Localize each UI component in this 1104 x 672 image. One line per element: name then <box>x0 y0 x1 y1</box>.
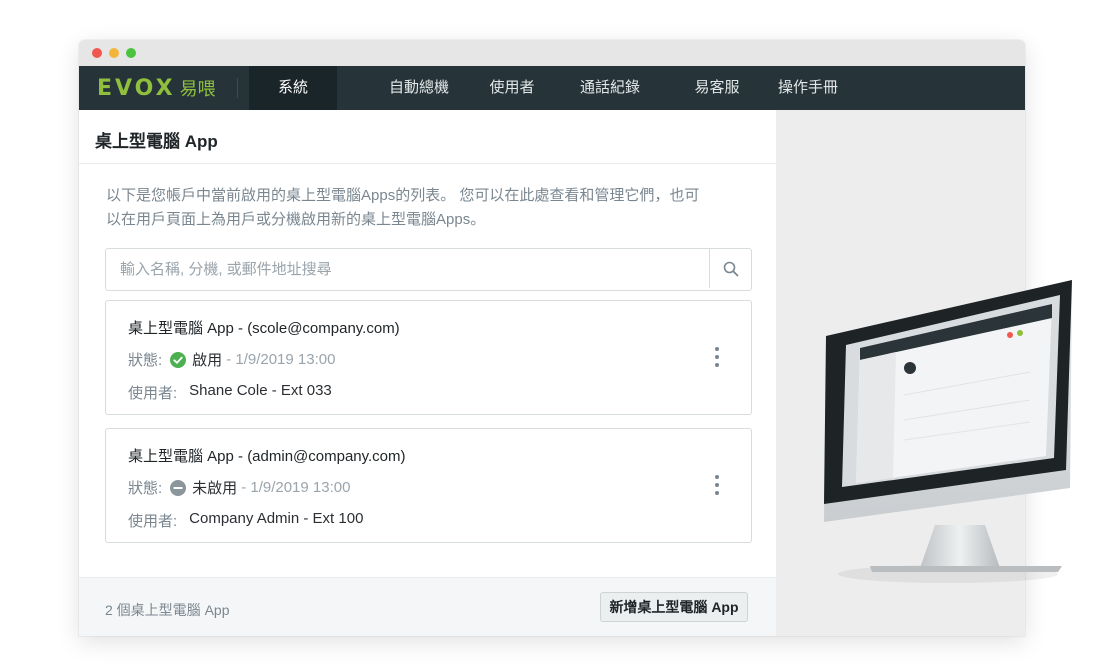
nav-item-customer-service[interactable]: 易客服 <box>682 66 752 110</box>
description-line-1: 以下是您帳戶中當前啟用的桌上型電腦Apps的列表。 您可以在此處查看和管理它們，… <box>106 187 700 204</box>
user-label: 使用者: <box>128 385 178 402</box>
nav-item-call-logs[interactable]: 通話紀錄 <box>569 66 651 110</box>
minimize-window-button[interactable] <box>109 48 119 58</box>
check-circle-icon <box>170 351 187 368</box>
nav-item-auto-attendant[interactable]: 自動總機 <box>359 66 479 110</box>
status-value: 啟用 <box>192 352 223 369</box>
close-window-button[interactable] <box>92 48 102 58</box>
nav-item-manual[interactable]: 操作手冊 <box>767 66 849 110</box>
search-icon <box>723 261 738 276</box>
panel-header: 桌上型電腦 App <box>79 110 776 164</box>
status-date: - 1/9/2019 13:00 <box>226 351 336 368</box>
app-card: 桌上型電腦 App - (scole@company.com) 狀態: 啟用 -… <box>105 300 752 415</box>
logo-subtitle: 易喂 <box>179 79 216 99</box>
status-label: 狀態: <box>128 480 163 497</box>
app-card-status: 狀態: 未啟用 - 1/9/2019 13:00 <box>128 477 350 498</box>
logo-wordmark: EVOX <box>97 75 176 101</box>
user-value: Company Admin - Ext 100 <box>189 510 364 527</box>
app-card-title: 桌上型電腦 App - (scole@company.com) <box>128 320 400 337</box>
panel-footer: 2 個桌上型電腦 App 新增桌上型電腦 App <box>79 577 776 636</box>
search-input[interactable] <box>118 249 702 290</box>
user-value: Shane Cole - Ext 033 <box>189 382 332 399</box>
app-card-user: 使用者: Shane Cole - Ext 033 <box>128 382 332 403</box>
status-value: 未啟用 <box>192 480 238 497</box>
logo-divider <box>237 78 238 98</box>
more-options-icon[interactable] <box>713 347 721 371</box>
minus-circle-icon <box>170 479 187 496</box>
app-card-user: 使用者: Company Admin - Ext 100 <box>128 510 363 531</box>
top-navbar: EVOX 易喂 系統 自動總機 使用者 通話紀錄 易客服 操作手冊 <box>79 66 1025 110</box>
evox-logo[interactable]: EVOX 易喂 <box>97 66 216 110</box>
status-date: - 1/9/2019 13:00 <box>241 479 351 496</box>
search-box <box>105 248 752 291</box>
description-line-2: 以在用戶頁面上為用戶或分機啟用新的桌上型電腦Apps。 <box>106 211 486 228</box>
page-title: 桌上型電腦 App <box>95 132 218 151</box>
app-window: EVOX 易喂 系統 自動總機 使用者 通話紀錄 易客服 操作手冊 桌上型電腦 … <box>79 40 1025 636</box>
app-card: 桌上型電腦 App - (admin@company.com) 狀態: 未啟用 … <box>105 428 752 543</box>
nav-item-system[interactable]: 系統 <box>249 66 337 110</box>
app-count: 2 個桌上型電腦 App <box>105 602 230 618</box>
app-card-status: 狀態: 啟用 - 1/9/2019 13:00 <box>128 349 335 370</box>
more-options-icon[interactable] <box>713 475 721 499</box>
status-label: 狀態: <box>128 352 163 369</box>
add-desktop-app-button[interactable]: 新增桌上型電腦 App <box>600 592 748 622</box>
app-card-title: 桌上型電腦 App - (admin@company.com) <box>128 448 406 465</box>
page-description: 以下是您帳戶中當前啟用的桌上型電腦Apps的列表。 您可以在此處查看和管理它們，… <box>106 184 756 232</box>
user-label: 使用者: <box>128 513 178 530</box>
search-button[interactable] <box>709 249 751 288</box>
nav-item-users[interactable]: 使用者 <box>474 66 550 110</box>
desktop-apps-panel: 桌上型電腦 App 以下是您帳戶中當前啟用的桌上型電腦Apps的列表。 您可以在… <box>79 110 776 636</box>
window-titlebar <box>79 40 1025 66</box>
maximize-window-button[interactable] <box>126 48 136 58</box>
